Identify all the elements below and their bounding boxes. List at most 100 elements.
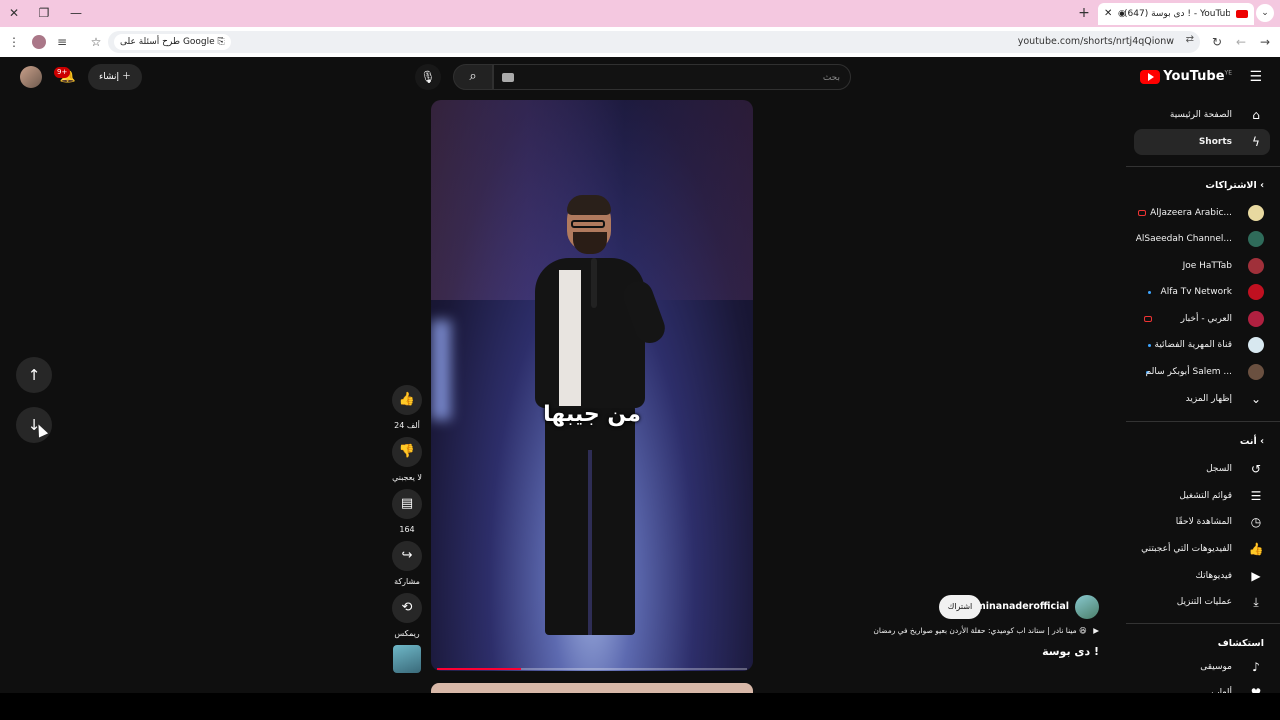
search-button[interactable]: ⌕ <box>453 64 493 90</box>
create-label: إنشاء <box>99 72 120 82</box>
ask-google-label: طرح أسئلة على Google <box>120 37 215 47</box>
channel-name: AlSaeedah Channel... <box>1135 234 1232 244</box>
url-text[interactable]: youtube.com/shorts/nrtj4qQionw <box>1018 31 1174 53</box>
video-description[interactable]: مينا نادر | ستاند اب كوميدي: حفلة الأردن… <box>839 626 1099 635</box>
your-videos-icon: ▶ <box>1251 569 1261 583</box>
youtube-logo[interactable]: YouTubeYE <box>1140 69 1232 85</box>
reading-list-icon[interactable]: ≡ <box>54 34 70 50</box>
guide-menu-icon[interactable]: ☰ <box>1249 69 1262 85</box>
channel-name: قناة المهرية الفضائية <box>1154 340 1232 350</box>
remix-icon: ⟲ <box>392 593 422 623</box>
sidebar-item-playlists[interactable]: قوائم التشغيل ☰ <box>1126 483 1280 509</box>
sidebar-item-home[interactable]: الصفحة الرئيسية ⌂ <box>1126 102 1280 128</box>
gaming-icon: ♥ <box>1250 686 1262 693</box>
window-restore-icon[interactable]: ❐ <box>36 5 52 21</box>
sidebar-item-gaming[interactable]: ألعاب ♥ <box>1126 680 1280 693</box>
notification-badge: 9+ <box>54 67 71 78</box>
new-content-dot <box>1148 344 1151 347</box>
thumbs-down-icon: 👎 <box>392 437 422 467</box>
new-tab-button[interactable]: + <box>1076 5 1092 21</box>
channel-avatar <box>1248 284 1264 300</box>
chevron-left-icon: ‹ <box>1260 436 1264 447</box>
video-title[interactable]: دى بوسة ! <box>1042 645 1099 658</box>
download-icon: ⤓ <box>1253 595 1259 609</box>
sound-thumbnail[interactable] <box>391 645 423 673</box>
sidebar-show-more[interactable]: إظهار المزيد ⌄ <box>1126 386 1280 412</box>
search-icon: ⌕ <box>469 69 477 84</box>
share-button[interactable]: ↪ مشاركة <box>391 541 423 586</box>
youtube-play-icon <box>1140 69 1161 84</box>
account-avatar[interactable] <box>20 66 42 88</box>
browser-tab-youtube[interactable]: ✕ ◉ (647) دى بوسة ! - YouTube <box>1098 3 1254 25</box>
you-header-label: أنت <box>1239 436 1257 447</box>
comments-button[interactable]: ▤ 164 <box>391 489 423 534</box>
channel-handle[interactable]: @minanaderofficial <box>966 593 1069 621</box>
channel-avatar <box>1248 258 1264 274</box>
tab-close-icon[interactable]: ✕ <box>1104 3 1112 25</box>
ask-google-chip[interactable]: طرح أسئلة على Google ⎘ <box>114 34 231 50</box>
channel-avatar[interactable] <box>1075 595 1099 619</box>
search-input[interactable]: بحث <box>493 64 851 90</box>
sidebar-item-your-videos[interactable]: فيديوهاتك ▶ <box>1126 563 1280 589</box>
comment-icon: ▤ <box>392 489 422 519</box>
browser-profile-avatar[interactable] <box>32 35 46 49</box>
site-settings-icon[interactable]: ⇄ <box>1186 34 1194 45</box>
sidebar-item-downloads[interactable]: عمليات التنزيل ⤓ <box>1126 589 1280 615</box>
sidebar-item-shorts[interactable]: Shorts ϟ <box>1134 129 1270 155</box>
sidebar-item-label: المشاهدة لاحقًا <box>1175 517 1232 527</box>
chevron-down-icon: ⌄ <box>1250 392 1262 406</box>
keyboard-icon[interactable] <box>502 73 514 82</box>
voice-search-button[interactable]: 🎙 <box>415 64 441 90</box>
browser-menu-icon[interactable]: ⋮ <box>6 34 22 50</box>
previous-short-button[interactable]: ↑ <box>16 357 52 393</box>
sidebar-item-liked[interactable]: الفيديوهات التي أعجبتني 👍 <box>1126 536 1280 562</box>
remix-button[interactable]: ⟲ ريمكس <box>391 593 423 638</box>
sidebar-item-watch-later[interactable]: المشاهدة لاحقًا ◷ <box>1126 509 1280 535</box>
next-short-preview[interactable] <box>431 683 753 693</box>
you-header[interactable]: أنت ‹ <box>1240 436 1264 447</box>
sidebar-channel[interactable]: AlSaeedah Channel... <box>1126 226 1280 252</box>
subscriptions-header-label: الاشتراكات <box>1205 180 1257 191</box>
sidebar-channel[interactable]: AlJazeera Arabic... <box>1126 200 1280 226</box>
tab-search-chevron-icon[interactable]: ⌄ <box>1256 4 1274 22</box>
shorts-video-player[interactable]: من جيبها <box>431 100 753 671</box>
home-icon: ⌂ <box>1252 108 1260 122</box>
window-minimize-icon[interactable]: — <box>68 5 84 21</box>
sidebar-item-label: الفيديوهات التي أعجبتني <box>1141 544 1232 554</box>
window-close-icon[interactable]: ✕ <box>6 5 22 21</box>
sidebar-item-label: السجل <box>1206 464 1232 474</box>
shorts-icon: ϟ <box>1252 135 1260 149</box>
chevron-left-icon: ‹ <box>1260 180 1264 191</box>
music-note-icon: ♪ <box>1252 660 1260 674</box>
video-progress-fill <box>437 668 521 670</box>
sidebar-item-history[interactable]: السجل ↺ <box>1126 456 1280 482</box>
subscriptions-header[interactable]: الاشتراكات ‹ <box>1205 180 1264 191</box>
video-progress-bar[interactable] <box>437 668 747 670</box>
bottom-bar <box>0 693 1280 720</box>
sidebar-channel[interactable]: Alfa Tv Network <box>1126 279 1280 305</box>
description-text: مينا نادر | ستاند اب كوميدي: حفلة الأردن… <box>873 626 1087 635</box>
playlists-icon: ☰ <box>1250 489 1262 503</box>
create-button[interactable]: إنشاء ＋ <box>88 64 142 90</box>
sidebar-item-label: ألعاب <box>1211 688 1232 693</box>
sidebar-channel[interactable]: أبوبكر سالم Salem ... <box>1126 359 1280 385</box>
forward-icon[interactable]: ← <box>1233 34 1249 50</box>
sidebar-channel[interactable]: العربي - أخبار <box>1126 306 1280 332</box>
sidebar-channel[interactable]: قناة المهرية الفضائية <box>1126 332 1280 358</box>
back-icon[interactable]: → <box>1257 34 1273 50</box>
youtube-favicon-icon <box>1236 10 1248 18</box>
next-short-button[interactable]: ↓ <box>16 407 52 443</box>
search-placeholder: بحث <box>822 73 840 83</box>
sidebar-item-music[interactable]: موسيقى ♪ <box>1126 654 1280 680</box>
tab-title: (647) دى بوسة ! - YouTube <box>1124 9 1230 19</box>
dislike-button[interactable]: 👎 لا يعجبني <box>391 437 423 482</box>
remix-label: ريمكس <box>394 629 420 638</box>
subscribe-button[interactable]: اشتراك <box>939 595 981 619</box>
channel-name: AlJazeera Arabic... <box>1150 208 1232 218</box>
like-button[interactable]: 👍 24 ألف <box>391 385 423 430</box>
channel-avatar <box>1248 205 1264 221</box>
address-bar[interactable]: طرح أسئلة على Google ⎘ youtube.com/short… <box>108 31 1200 53</box>
sidebar-channel[interactable]: Joe HaTTab <box>1126 253 1280 279</box>
reload-icon[interactable]: ↻ <box>1209 34 1225 50</box>
bookmark-star-icon[interactable]: ☆ <box>88 34 104 50</box>
